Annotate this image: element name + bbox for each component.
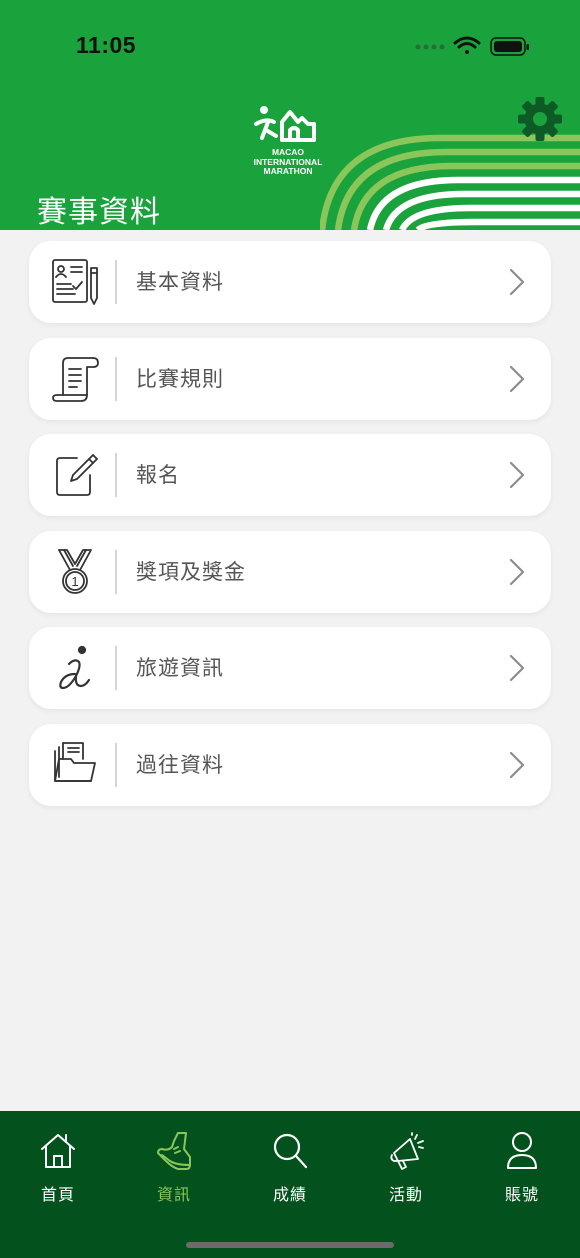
search-icon [273, 1133, 308, 1169]
menu-item-awards[interactable]: 1 獎項及獎金 [29, 531, 551, 613]
scroll-icon [52, 357, 99, 402]
settings-gear-icon[interactable] [517, 96, 563, 142]
chevron-right-icon [509, 268, 525, 296]
menu-item-past-data[interactable]: 過往資料 [29, 724, 551, 806]
wifi-icon [453, 36, 481, 54]
menu-item-race-rules[interactable]: 比賽規則 [29, 338, 551, 420]
menu-item-travel-info[interactable]: 旅遊資訊 [29, 627, 551, 709]
chevron-right-icon [509, 654, 525, 682]
tab-results[interactable]: 成績 [232, 1131, 348, 1204]
menu-divider [115, 646, 117, 690]
info-icon [59, 645, 91, 690]
megaphone-icon [390, 1132, 424, 1170]
home-icon [41, 1134, 75, 1168]
chevron-right-icon [509, 461, 525, 489]
menu-item-label: 過往資料 [136, 753, 224, 777]
tab-label: 賬號 [504, 1185, 539, 1204]
tab-label: 成績 [272, 1185, 307, 1204]
tab-account[interactable]: 賬號 [464, 1131, 580, 1204]
tab-bar: 首頁 資訊 成績 活動 賬號 [0, 1111, 580, 1258]
tab-info[interactable]: 資訊 [116, 1131, 232, 1204]
menu-divider [115, 357, 117, 401]
document-person-icon [52, 259, 98, 305]
logo-line-3: MARATHON [263, 166, 313, 177]
menu-divider [115, 743, 117, 787]
menu-divider [115, 260, 117, 304]
chevron-right-icon [509, 365, 525, 393]
logo-text: MACAO INTERNATIONAL MARATHON [236, 147, 340, 177]
menu-item-label: 獎項及獎金 [136, 560, 246, 584]
status-time: 11:05 [76, 32, 137, 58]
svg-text:1: 1 [71, 574, 78, 589]
menu-item-label: 報名 [136, 463, 180, 487]
tab-events[interactable]: 活動 [348, 1131, 464, 1204]
menu-item-label: 旅遊資訊 [136, 656, 224, 680]
tab-label: 活動 [388, 1185, 423, 1204]
chevron-right-icon [509, 751, 525, 779]
chevron-right-icon [509, 558, 525, 586]
menu-item-label: 比賽規則 [136, 367, 224, 391]
menu-item-registration[interactable]: 報名 [29, 434, 551, 516]
signal-icon [415, 44, 445, 50]
header: 11:05 MACAO INTERNATIONAL MARATHON 賽事資料 [0, 0, 580, 230]
medal-icon: 1 [58, 549, 92, 594]
menu-divider [115, 550, 117, 594]
menu-item-label: 基本資料 [136, 270, 224, 294]
shoe-icon [157, 1132, 191, 1170]
folder-icon [54, 742, 96, 782]
tab-label: 資訊 [156, 1185, 191, 1204]
user-icon [507, 1132, 537, 1169]
menu-item-basic-info[interactable]: 基本資料 [29, 241, 551, 323]
edit-icon [56, 454, 98, 496]
home-indicator[interactable] [186, 1242, 394, 1248]
tab-label: 首頁 [40, 1185, 75, 1204]
page-title: 賽事資料 [37, 195, 161, 230]
battery-icon [490, 37, 529, 56]
tab-home[interactable]: 首頁 [0, 1131, 116, 1204]
menu-divider [115, 453, 117, 497]
status-icons [415, 36, 529, 56]
